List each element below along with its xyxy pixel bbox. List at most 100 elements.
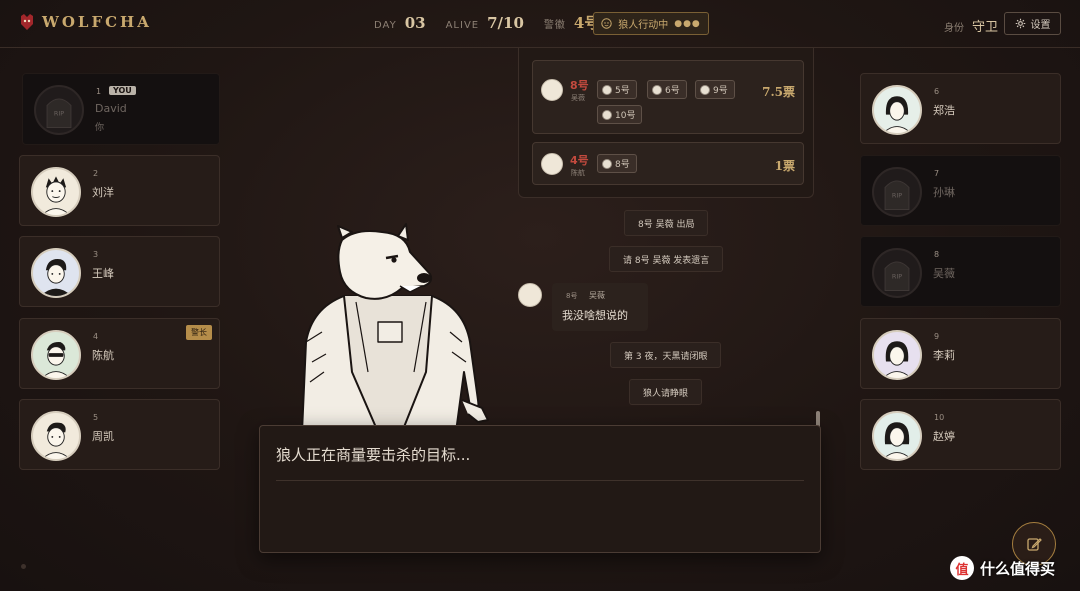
wolf-face-icon [601,18,612,29]
phase-dots: ●●● [674,18,701,29]
day-value: 03 [404,14,426,32]
voter-chip: 9号 [695,80,735,99]
player-avatar [872,85,922,135]
brand: WOLFCHA [20,13,152,31]
phase-label: 狼人行动中 [618,20,669,31]
seat-number: 6 [934,87,940,96]
player-avatar [872,411,922,461]
system-message: 狼人请睁眼 [629,379,703,405]
chat-avatar [518,283,542,307]
watermark-logo: 值 [950,556,974,580]
player-avatar [31,411,81,461]
tombstone-icon: RIP [46,98,72,128]
player-seat-3[interactable]: 3 王峰 [19,236,220,307]
system-message: 请 8号 吴薇 发表遗言 [609,246,724,272]
narration-dialog: 狼人正在商量要击杀的目标... [259,425,821,553]
voter-chip: 5号 [597,80,637,99]
role-display: 身份 守卫 [944,16,998,35]
voter-avatar-icon [602,84,612,95]
game-stats: DAY 03 ALIVE 7/10 警徽 4号 [374,12,611,33]
voter-chip: 8号 [597,154,637,173]
voter-avatar-icon [652,84,662,95]
player-avatar: RIP [872,248,922,298]
wolf-logo-icon [21,14,33,30]
player-seat-4[interactable]: 4 陈航 警长 [19,318,220,389]
divider [276,480,804,481]
tombstone-icon: RIP [884,261,910,291]
player-seat-1[interactable]: RIP 1 YOU David 你 [22,73,220,145]
seat-number: 2 [93,169,99,178]
seat-name: David [95,102,127,115]
voter-chip: 10号 [597,105,643,124]
phase-indicator: 狼人行动中 ●●● [593,12,709,35]
role-label: 身份 [944,23,964,34]
player-seat-9[interactable]: 9 李莉 [860,318,1061,389]
vote-target: 4号 [570,154,589,167]
status-dot [21,564,26,569]
vote-row: 4号 陈航 8号 1票 [532,142,804,185]
settings-label: 设置 [1030,20,1051,31]
alive-label: ALIVE [445,20,480,31]
vote-count: 7.5票 [762,85,795,99]
player-avatar [31,330,81,380]
chat-sender-name: 吴薇 [589,291,605,300]
seat-name: 郑浩 [933,104,955,117]
seat-number: 10 [934,413,945,422]
seat-number: 9 [934,332,940,341]
player-seat-8[interactable]: RIP 8 吴薇 [860,236,1061,307]
svg-text:RIP: RIP [892,192,902,200]
app-title: WOLFCHA [42,13,152,31]
player-seat-2[interactable]: 2 刘洋 [19,155,220,226]
seat-name: 吴薇 [933,267,955,280]
gear-icon [1015,18,1025,29]
chat-sender-number: 8号 [566,292,578,300]
svg-text:RIP: RIP [54,110,64,118]
day-label: DAY [374,20,397,31]
svg-text:RIP: RIP [892,273,902,281]
top-bar: WOLFCHA DAY 03 ALIVE 7/10 警徽 4号 狼人行动中 ●●… [0,0,1080,48]
system-message: 8号 吴薇 出局 [624,210,709,236]
chat-message: 8号 吴薇 我没啥想说的 [552,283,648,331]
vote-target-name: 吴薇 [571,94,585,102]
seat-name: 李莉 [933,349,955,362]
target-avatar [541,153,563,175]
vote-target-name: 陈航 [571,169,585,177]
settings-button[interactable]: 设置 [1004,12,1061,35]
seat-name: 孙琳 [933,186,955,199]
you-badge: YOU [109,86,136,95]
player-avatar: RIP [872,167,922,217]
player-avatar [31,248,81,298]
watermark: 值 什么值得买 [950,556,1055,580]
seat-number: 1 [96,87,102,96]
player-seat-7[interactable]: RIP 7 孙琳 [860,155,1061,226]
sheriff-badge: 警长 [186,325,212,340]
player-seat-6[interactable]: 6 郑浩 [860,73,1061,144]
chat-text: 我没啥想说的 [562,309,628,322]
seat-number: 4 [93,332,99,341]
werewolf-character-illustration [301,223,489,432]
seat-number: 3 [93,250,99,259]
vote-count: 1票 [774,159,795,173]
system-message: 第 3 夜，天黑请闭眼 [610,342,722,368]
seat-name: 周凯 [92,430,114,443]
role-value: 守卫 [972,20,999,35]
watermark-text: 什么值得买 [980,559,1056,578]
seat-number: 7 [934,169,940,178]
voter-avatar-icon [602,158,612,169]
vote-target: 8号 [570,79,589,92]
vote-row: 8号 吴薇 5号 6号 9号 10号 7.5票 [532,60,804,134]
tombstone-icon: RIP [884,180,910,210]
edit-icon [1027,538,1042,551]
player-seat-5[interactable]: 5 周凯 [19,399,220,470]
sheriff-label: 警徽 [543,20,566,31]
seat-name: 赵婷 [933,430,955,443]
player-seat-10[interactable]: 10 赵婷 [860,399,1061,470]
voter-chip: 6号 [647,80,687,99]
target-avatar [541,79,563,101]
voter-avatar-icon [700,84,710,95]
vote-results-panel: 8号 吴薇 5号 6号 9号 10号 7.5票 4号 陈航 8号 1票 [518,48,814,198]
alive-value: 7/10 [487,14,524,32]
seat-number: 5 [93,413,99,422]
seat-name: 陈航 [92,349,114,362]
seat-subtitle: 你 [95,123,105,133]
